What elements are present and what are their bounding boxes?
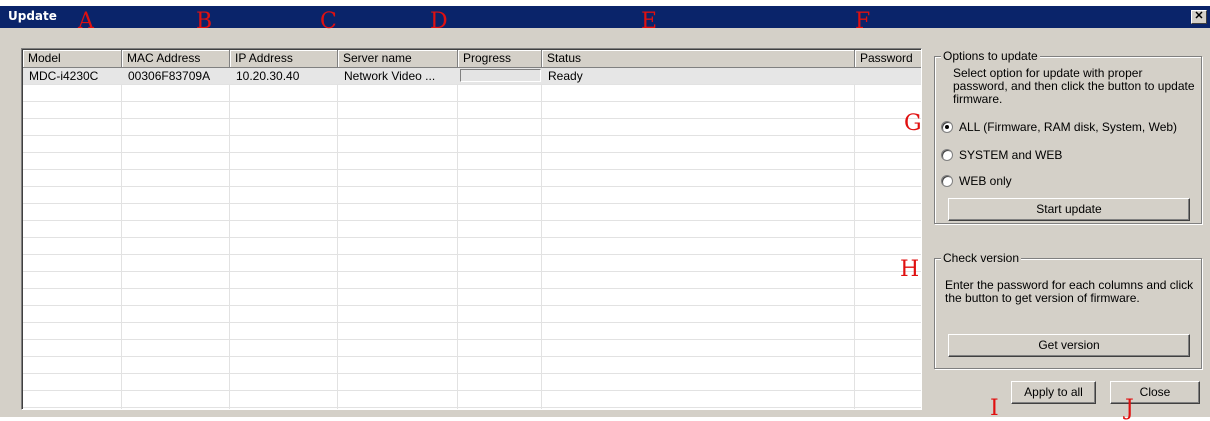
annotation-letter: E — [641, 9, 658, 34]
annotation-letter: C — [320, 9, 337, 34]
annotation-letter: G — [904, 111, 922, 136]
close-button[interactable]: Close — [1110, 381, 1200, 404]
empty-row — [23, 102, 921, 119]
update-window: Update ✕ Model MAC Address IP Address Se… — [0, 6, 1210, 420]
radio-web-only[interactable]: WEB only — [941, 173, 1012, 189]
column-divider — [854, 68, 855, 409]
empty-row — [23, 272, 921, 289]
check-description: Enter the password for each columns and … — [945, 278, 1194, 305]
start-update-button[interactable]: Start update — [948, 198, 1190, 221]
column-header-ip[interactable]: IP Address — [230, 50, 338, 68]
column-header-server[interactable]: Server name — [338, 50, 458, 68]
column-header-password[interactable]: Password — [855, 50, 921, 68]
column-divider — [457, 68, 458, 409]
options-to-update-group: Options to update Select option for upda… — [934, 49, 1202, 224]
empty-row — [23, 153, 921, 170]
radio-all[interactable]: ALL (Firmware, RAM disk, System, Web) — [941, 119, 1177, 135]
empty-row — [23, 323, 921, 340]
radio-system-web[interactable]: SYSTEM and WEB — [941, 147, 1062, 163]
column-header-model[interactable]: Model — [23, 50, 122, 68]
cell-model: MDC-i4230C — [29, 69, 99, 83]
column-divider — [121, 68, 122, 409]
close-icon[interactable]: ✕ — [1191, 10, 1207, 24]
radio-button[interactable] — [941, 175, 953, 187]
empty-row — [23, 357, 921, 374]
empty-row — [23, 85, 921, 102]
progress-bar — [460, 69, 541, 82]
group-title: Options to update — [941, 49, 1040, 63]
annotation-letter: F — [855, 9, 871, 34]
check-version-group: Check version Enter the password for eac… — [934, 251, 1202, 369]
radio-label: SYSTEM and WEB — [959, 148, 1063, 162]
empty-row — [23, 306, 921, 323]
column-header-status[interactable]: Status — [542, 50, 855, 68]
annotation-letter: D — [430, 9, 448, 34]
column-header-mac[interactable]: MAC Address — [122, 50, 230, 68]
table-row[interactable]: MDC-i4230C 00306F83709A 10.20.30.40 Netw… — [23, 68, 921, 85]
apply-to-all-button[interactable]: Apply to all — [1011, 381, 1096, 404]
title-bar: Update ✕ — [0, 6, 1210, 28]
empty-row — [23, 204, 921, 221]
empty-row — [23, 170, 921, 187]
options-description: Select option for update with proper pas… — [953, 66, 1195, 106]
empty-row — [23, 391, 921, 408]
group-title: Check version — [941, 251, 1022, 265]
column-divider — [337, 68, 338, 409]
radio-button[interactable] — [941, 149, 953, 161]
radio-button[interactable] — [941, 121, 953, 133]
annotation-letter: B — [196, 9, 213, 34]
column-divider — [229, 68, 230, 409]
cell-ip: 10.20.30.40 — [236, 69, 300, 83]
column-header-progress[interactable]: Progress — [458, 50, 542, 68]
empty-row — [23, 255, 921, 272]
empty-row — [23, 221, 921, 238]
radio-label: ALL (Firmware, RAM disk, System, Web) — [959, 120, 1178, 134]
empty-row — [23, 289, 921, 306]
annotation-letter: H — [900, 257, 920, 282]
cell-status: Ready — [548, 69, 583, 83]
radio-label: WEB only — [959, 174, 1012, 188]
cell-mac: 00306F83709A — [128, 69, 211, 83]
empty-row — [23, 136, 921, 153]
empty-row — [23, 238, 921, 255]
empty-row — [23, 187, 921, 204]
window-title: Update — [8, 9, 57, 23]
device-table: Model MAC Address IP Address Server name… — [21, 48, 922, 410]
get-version-button[interactable]: Get version — [948, 334, 1190, 357]
empty-row — [23, 340, 921, 357]
empty-row — [23, 374, 921, 391]
cell-server: Network Video ... — [344, 69, 436, 83]
annotation-letter: A — [78, 9, 94, 34]
cell-password[interactable] — [855, 68, 921, 84]
column-divider — [541, 68, 542, 409]
empty-row — [23, 119, 921, 136]
